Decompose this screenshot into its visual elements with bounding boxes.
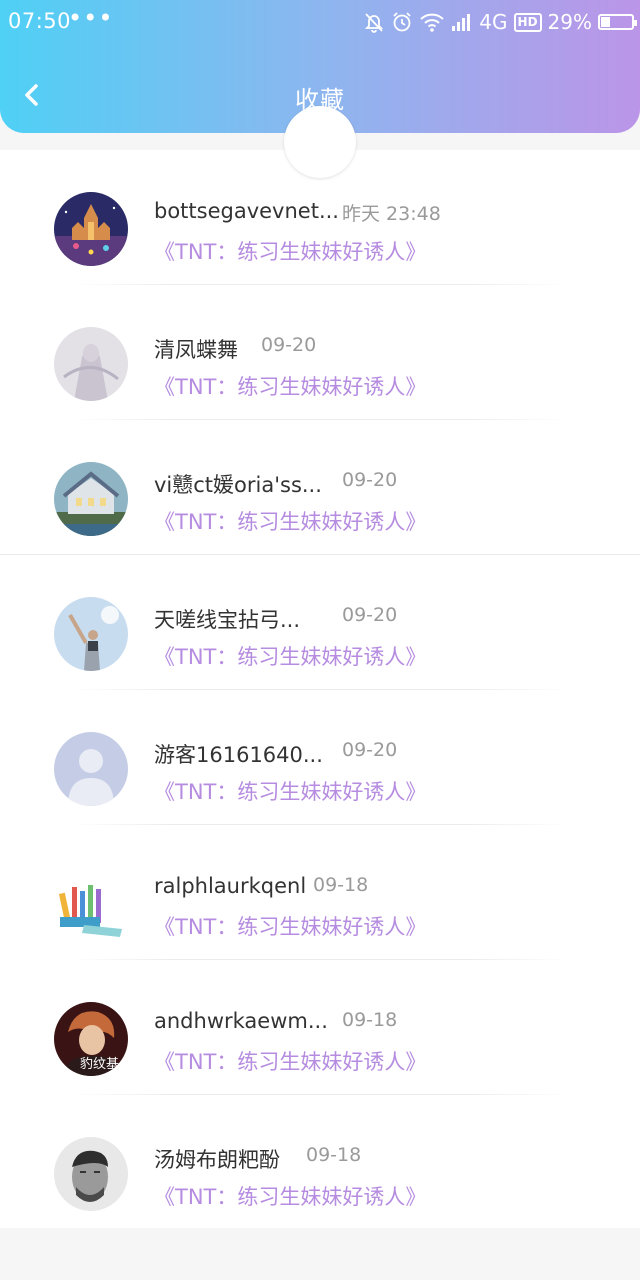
user-name: 汤姆布朗粑酚: [154, 1148, 280, 1172]
avatar[interactable]: [54, 597, 128, 671]
item-time: 09-18: [306, 1144, 362, 1166]
favorite-item[interactable]: 游客16161640... 09-20 《TNT：练习生妹妹好诱人》: [0, 690, 640, 825]
pull-refresh-indicator: [284, 106, 356, 178]
status-bar: 07:50 ••• 4G HD 29%: [0, 0, 640, 44]
avatar[interactable]: [54, 462, 128, 536]
item-time: 09-18: [342, 1009, 398, 1031]
network-type: 4G: [479, 10, 508, 34]
user-name: 清凤蝶舞: [154, 338, 238, 362]
book-title[interactable]: 《TNT：练习生妹妹好诱人》: [154, 1046, 426, 1076]
hd-badge: HD: [513, 12, 542, 32]
user-name: 游客16161640...: [154, 743, 323, 767]
avatar[interactable]: [54, 732, 128, 806]
status-icons: 4G HD 29%: [363, 8, 637, 36]
book-title[interactable]: 《TNT：练习生妹妹好诱人》: [154, 641, 426, 671]
more-dots-icon: •••: [68, 4, 114, 32]
user-name: andhwrkaewm...: [154, 1009, 328, 1033]
battery-percent: 29%: [547, 10, 592, 34]
favorites-list: bottsegavevnet... 昨天 23:48 《TNT：练习生妹妹好诱人…: [0, 150, 640, 1228]
book-title[interactable]: 《TNT：练习生妹妹好诱人》: [154, 371, 426, 401]
item-time: 09-20: [342, 604, 398, 626]
avatar[interactable]: 豹纹基: [54, 1002, 128, 1076]
book-title[interactable]: 《TNT：练习生妹妹好诱人》: [154, 911, 426, 941]
alarm-clock-icon: [391, 11, 413, 33]
book-title[interactable]: 《TNT：练习生妹妹好诱人》: [154, 1181, 426, 1211]
wifi-icon: [419, 11, 445, 33]
book-title[interactable]: 《TNT：练习生妹妹好诱人》: [154, 506, 426, 536]
mute-bell-icon: [363, 11, 385, 33]
signal-icon: [451, 11, 473, 33]
user-name: bottsegavevnet...: [154, 199, 339, 223]
avatar[interactable]: [54, 192, 128, 266]
item-time: 09-18: [313, 874, 369, 896]
avatar[interactable]: [54, 327, 128, 401]
avatar[interactable]: [54, 1137, 128, 1211]
battery-level: [601, 17, 611, 27]
book-title[interactable]: 《TNT：练习生妹妹好诱人》: [154, 236, 426, 266]
status-time: 07:50: [8, 9, 72, 33]
favorite-item[interactable]: vi戆ct媛oria'ss... 09-20 《TNT：练习生妹妹好诱人》: [0, 420, 640, 555]
favorite-item[interactable]: 汤姆布朗粑酚 09-18 《TNT：练习生妹妹好诱人》: [0, 1095, 640, 1230]
battery-icon: [598, 14, 637, 30]
favorite-item[interactable]: 天嗟线宝拈弓... 09-20 《TNT：练习生妹妹好诱人》: [0, 555, 640, 690]
user-name: ralphlaurkqenl: [154, 874, 307, 898]
avatar[interactable]: [54, 867, 128, 941]
user-name: 天嗟线宝拈弓...: [154, 608, 301, 632]
user-name: vi戆ct媛oria'ss...: [154, 473, 322, 497]
favorite-item[interactable]: 豹纹基 andhwrkaewm... 09-18 《TNT：练习生妹妹好诱人》: [0, 960, 640, 1095]
item-time: 09-20: [261, 334, 317, 356]
item-time: 09-20: [342, 739, 398, 761]
favorite-item[interactable]: ralphlaurkqenl 09-18 《TNT：练习生妹妹好诱人》: [0, 825, 640, 960]
favorite-item[interactable]: 清凤蝶舞 09-20 《TNT：练习生妹妹好诱人》: [0, 285, 640, 420]
item-time: 昨天 23:48: [342, 203, 441, 225]
item-time: 09-20: [342, 469, 398, 491]
avatar-caption: 豹纹基: [80, 1057, 119, 1072]
book-title[interactable]: 《TNT：练习生妹妹好诱人》: [154, 776, 426, 806]
